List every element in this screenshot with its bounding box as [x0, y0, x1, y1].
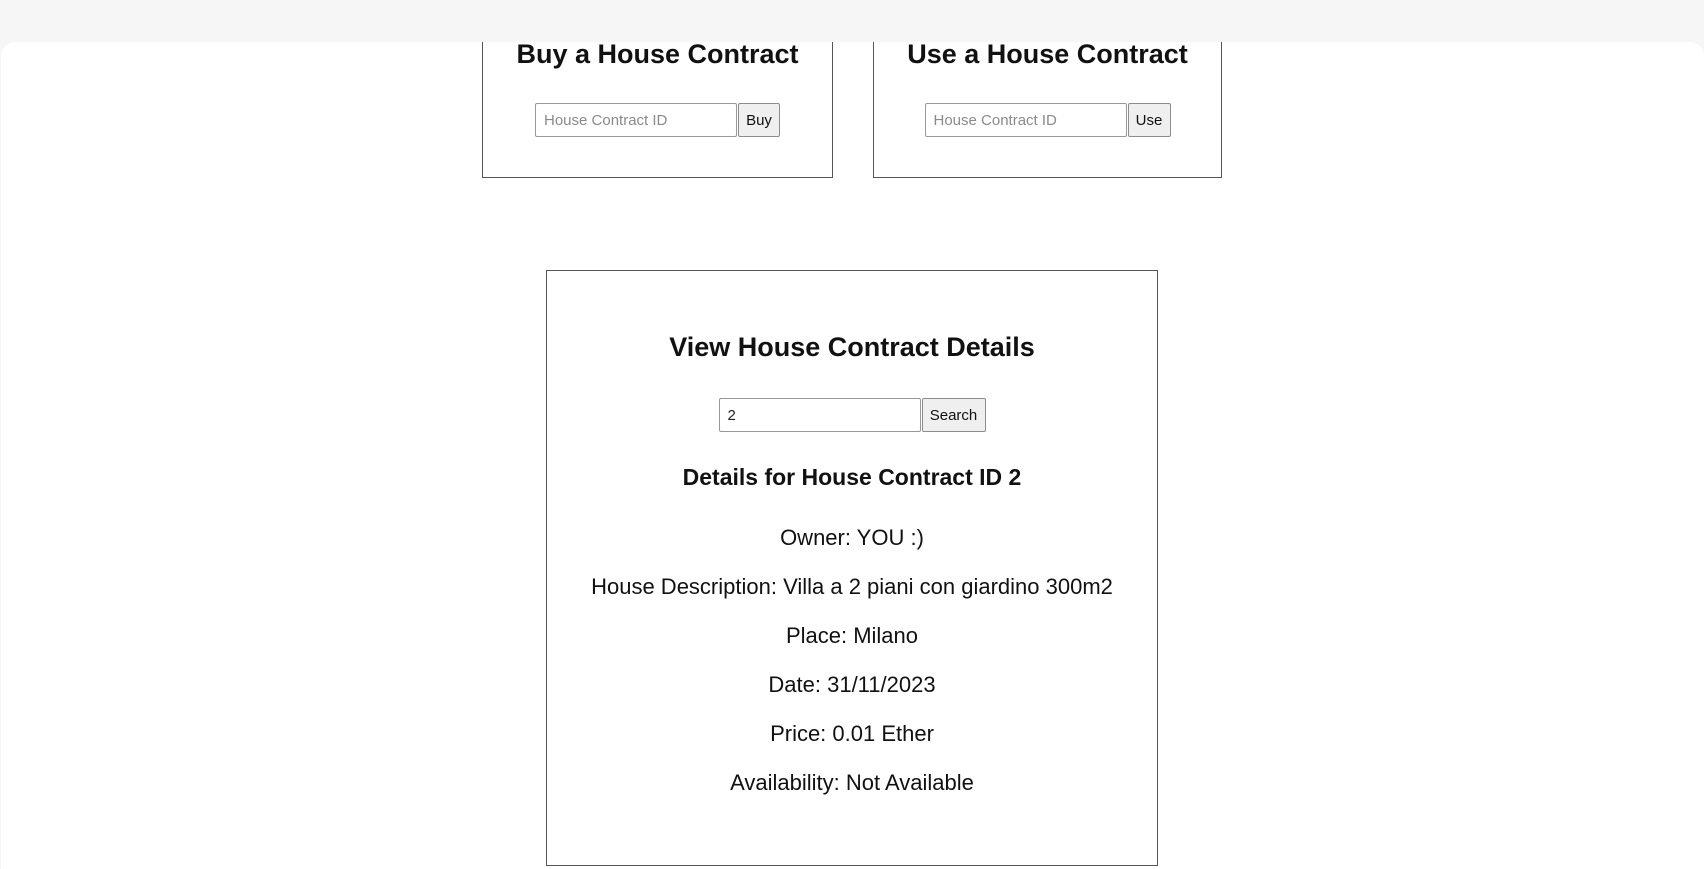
- use-contract-form: Use: [874, 103, 1221, 137]
- view-contract-card: View House Contract Details Search Detai…: [546, 270, 1158, 866]
- price-detail: Price: 0.01 Ether: [770, 721, 934, 746]
- details-heading: Details for House Contract ID 2: [682, 464, 1022, 490]
- buy-contract-title: Buy a House Contract: [516, 42, 799, 69]
- buy-contract-form: Buy: [483, 103, 832, 137]
- view-contract-form: Search: [547, 398, 1157, 432]
- buy-contract-id-input[interactable]: [535, 103, 737, 137]
- search-button[interactable]: Search: [921, 398, 986, 432]
- use-button[interactable]: Use: [1127, 103, 1171, 137]
- place-detail: Place: Milano: [785, 623, 919, 648]
- use-contract-id-input[interactable]: [924, 103, 1127, 137]
- use-contract-card: Use a House Contract Use: [873, 42, 1222, 178]
- availability-detail: Availability: Not Available: [730, 770, 974, 795]
- buy-button[interactable]: Buy: [738, 103, 780, 137]
- owner-detail: Owner: YOU :): [780, 525, 924, 550]
- view-contract-title: View House Contract Details: [669, 332, 1035, 362]
- contract-search-input[interactable]: [718, 398, 921, 432]
- page-content: Buy a House Contract Buy Use a House Con…: [1, 42, 1704, 869]
- buy-contract-card: Buy a House Contract Buy: [482, 42, 833, 178]
- date-detail: Date: 31/11/2023: [768, 672, 936, 697]
- use-contract-title: Use a House Contract: [907, 42, 1188, 69]
- browser-top-bar: [0, 0, 1704, 42]
- house-description-detail: House Description: Villa a 2 piani con g…: [591, 574, 1113, 599]
